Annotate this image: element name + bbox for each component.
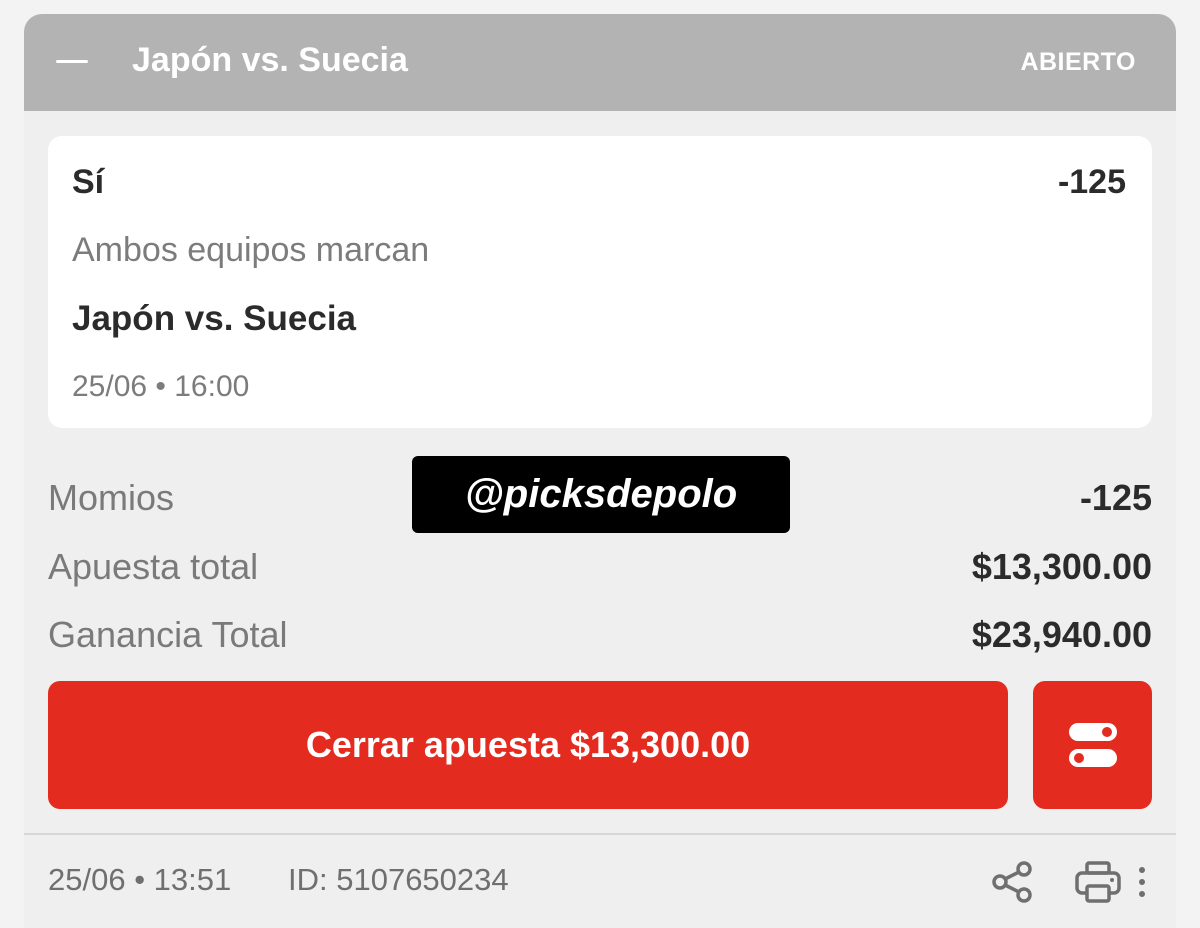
bet-id: ID: 5107650234 [288, 862, 509, 897]
toggle-icon [1068, 723, 1117, 767]
bet-card-header[interactable]: Japón vs. Suecia ABIERTO [24, 14, 1176, 111]
printer-icon[interactable] [1074, 860, 1122, 904]
more-vertical-icon[interactable] [1134, 862, 1150, 902]
summary-row-payout: Ganancia Total $23,940.00 [48, 614, 1152, 664]
minus-icon[interactable] [56, 60, 88, 63]
momios-label: Momios [48, 477, 175, 518]
selection-box: Sí -125 Ambos equipos marcan Japón vs. S… [48, 136, 1152, 428]
footer-divider [24, 833, 1176, 835]
status-badge: ABIERTO [1020, 48, 1136, 76]
payout-label: Ganancia Total [48, 614, 288, 655]
selection-market: Ambos equipos marcan [72, 231, 430, 269]
payout-value: $23,940.00 [971, 614, 1152, 655]
share-icon[interactable] [990, 860, 1034, 904]
momios-value: -125 [1079, 477, 1152, 518]
bet-card: Japón vs. Suecia ABIERTO Sí -125 Ambos e… [24, 14, 1176, 928]
header-title: Japón vs. Suecia [132, 41, 408, 79]
cashout-button[interactable]: Cerrar apuesta $13,300.00 [48, 681, 1008, 809]
page: Japón vs. Suecia ABIERTO Sí -125 Ambos e… [0, 0, 1200, 928]
watermark: @picksdepolo [412, 456, 790, 533]
bet-placed-datetime: 25/06 • 13:51 [48, 862, 232, 897]
stake-label: Apuesta total [48, 546, 259, 587]
toggle-button[interactable] [1033, 681, 1152, 809]
summary-row-stake: Apuesta total $13,300.00 [48, 546, 1152, 596]
stake-value: $13,300.00 [971, 546, 1152, 587]
selection-odds: -125 [1057, 163, 1126, 201]
selection-pick: Sí [72, 163, 105, 201]
selection-datetime: 25/06 • 16:00 [72, 370, 250, 403]
selection-event: Japón vs. Suecia [72, 299, 357, 338]
